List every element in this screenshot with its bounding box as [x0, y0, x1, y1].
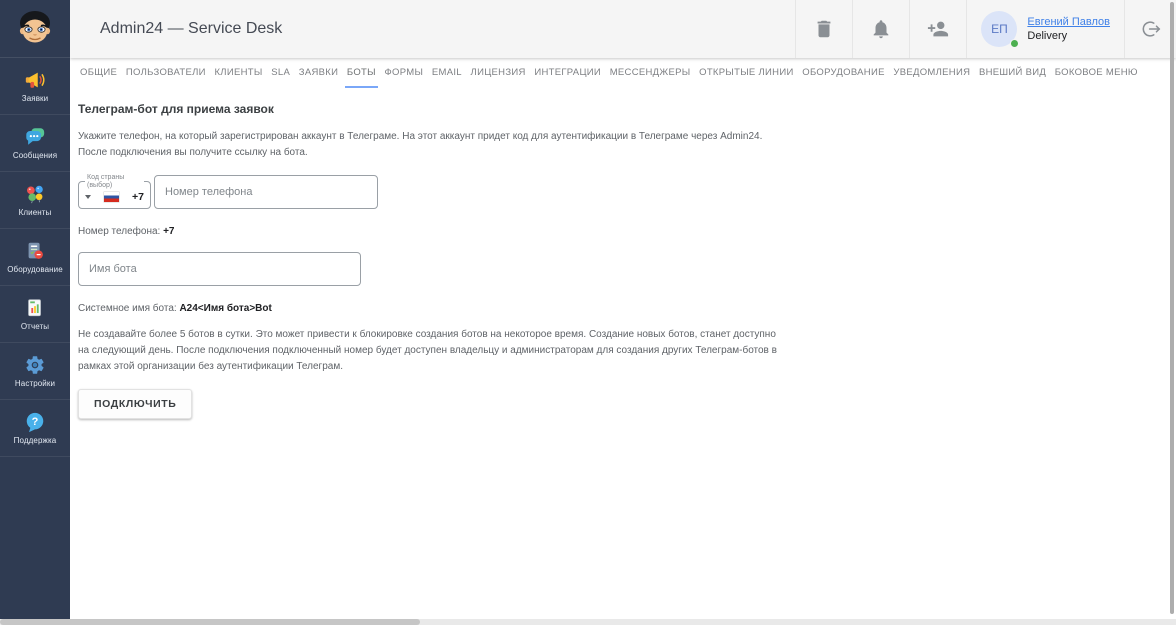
sidebar-item-label: Заявки	[21, 94, 49, 103]
sidebar-item-label: Сообщения	[12, 151, 58, 160]
tab-side-menu[interactable]: БОКОВОЕ МЕНЮ	[1053, 58, 1140, 88]
notifications-button[interactable]	[852, 0, 909, 58]
cartoon-avatar-icon	[19, 10, 51, 42]
user-name-link[interactable]: Евгений Павлов	[1027, 16, 1110, 28]
system-bot-name-label: Системное имя бота:	[78, 303, 177, 315]
warning-line: рамках этой организации без аутентификац…	[78, 361, 343, 373]
sidebar-item-label: Клиенты	[18, 208, 52, 217]
bots-settings-panel: Телеграм-бот для приема заявок Укажите т…	[70, 88, 1168, 420]
system-bot-name-value: A24<Имя бота>Bot	[179, 303, 272, 315]
tab-forms[interactable]: ФОРМЫ	[383, 58, 426, 88]
phone-summary-value: +7	[163, 226, 175, 238]
app-window: Заявки Сообщения Клиенты Оборудование От…	[0, 0, 1176, 625]
vertical-scrollbar[interactable]	[1170, 2, 1174, 614]
country-code-value: +7	[85, 191, 144, 203]
svg-text:?: ?	[32, 416, 39, 428]
phone-number-input[interactable]	[154, 175, 378, 210]
tab-equipment[interactable]: ОБОРУДОВАНИЕ	[800, 58, 886, 88]
tab-messengers[interactable]: МЕССЕНДЖЕРЫ	[608, 58, 693, 88]
tab-license[interactable]: ЛИЦЕНЗИЯ	[469, 58, 528, 88]
warning-line: на следующий день. После подключения под…	[78, 345, 777, 357]
add-user-button[interactable]	[909, 0, 966, 58]
tab-open-lines[interactable]: ОТКРЫТЫЕ ЛИНИИ	[697, 58, 795, 88]
tab-email[interactable]: EMAIL	[430, 58, 464, 88]
tab-general[interactable]: ОБЩИЕ	[78, 58, 119, 88]
sidebar-item-clients[interactable]: Клиенты	[0, 172, 70, 229]
user-text: Евгений Павлов Delivery	[1027, 16, 1110, 42]
tab-appearance[interactable]: ВНЕШИЙ ВИД	[977, 58, 1048, 88]
tab-notifications[interactable]: УВЕДОМЛЕНИЯ	[891, 58, 972, 88]
bot-limit-warning: Не создавайте более 5 ботов в сутки. Это…	[78, 327, 1168, 375]
user-avatar: ЕП	[981, 11, 1020, 48]
intro-line: После подключения вы получите ссылку на …	[78, 147, 308, 158]
chat-icon	[26, 128, 45, 145]
header-actions: ЕП Евгений Павлов Delivery	[795, 0, 1176, 58]
person-add-icon	[928, 21, 949, 37]
bot-name-input[interactable]	[78, 252, 361, 287]
sidebar-item-messages[interactable]: Сообщения	[0, 115, 70, 172]
tab-sla[interactable]: SLA	[269, 58, 292, 88]
chevron-down-icon	[85, 195, 91, 200]
tab-tickets[interactable]: ЗАЯВКИ	[297, 58, 340, 88]
sidebar: Заявки Сообщения Клиенты Оборудование От…	[0, 0, 70, 619]
megaphone-icon	[25, 72, 45, 88]
logout-button[interactable]	[1124, 0, 1176, 58]
horizontal-scrollbar-thumb[interactable]	[0, 619, 420, 625]
sidebar-item-reports[interactable]: Отчеты	[0, 286, 70, 343]
sidebar-item-label: Поддержка	[13, 436, 57, 445]
sidebar-item-equipment[interactable]: Оборудование	[0, 229, 70, 286]
tab-clients[interactable]: КЛИЕНТЫ	[212, 58, 264, 88]
bell-icon	[874, 20, 889, 39]
sidebar-item-label: Оборудование	[7, 265, 63, 274]
phone-row: Код страны (выбор) +7	[78, 174, 1168, 210]
warning-line: Не создавайте более 5 ботов в сутки. Это…	[78, 329, 776, 341]
user-area: ЕП Евгений Павлов Delivery	[966, 0, 1124, 58]
intro-line: Укажите телефон, на который зарегистриро…	[78, 131, 763, 142]
user-initials: ЕП	[991, 22, 1008, 36]
logout-icon	[1142, 21, 1160, 37]
phone-summary-label: Номер телефона:	[78, 226, 161, 238]
trash-button[interactable]	[795, 0, 852, 58]
horizontal-scrollbar[interactable]	[0, 619, 1176, 625]
settings-tab-bar: ОБЩИЕ ПОЛЬЗОВАТЕЛИ КЛИЕНТЫ SLA ЗАЯВКИ БО…	[70, 58, 1168, 88]
help-icon: ?	[26, 412, 44, 433]
russia-flag-icon	[104, 192, 119, 203]
tab-bots[interactable]: БОТЫ	[344, 58, 378, 88]
user-subtitle: Delivery	[1027, 30, 1068, 42]
report-icon	[28, 299, 41, 317]
sidebar-item-label: Отчеты	[20, 322, 50, 331]
sidebar-item-label: Настройки	[14, 379, 56, 388]
sidebar-item-tickets[interactable]: Заявки	[0, 58, 70, 115]
sidebar-item-support[interactable]: ? Поддержка	[0, 400, 70, 457]
connect-button[interactable]: ПОДКЛЮЧИТЬ	[78, 389, 193, 420]
equipment-icon	[28, 242, 43, 259]
sidebar-item-settings[interactable]: Настройки	[0, 343, 70, 400]
intro-text: Укажите телефон, на который зарегистриро…	[78, 129, 1168, 161]
phone-summary: Номер телефона: +7	[78, 226, 1168, 237]
sidebar-logo[interactable]	[0, 0, 70, 58]
dial-code: +7	[132, 191, 144, 204]
online-status-dot	[1010, 39, 1020, 48]
clients-icon	[27, 185, 43, 204]
country-code-legend: Код страны (выбор)	[87, 174, 125, 189]
tab-integrations[interactable]: ИНТЕГРАЦИИ	[532, 58, 603, 88]
system-bot-name: Системное имя бота: A24<Имя бота>Bot	[78, 303, 1168, 314]
gear-icon	[26, 356, 44, 374]
app-title: Admin24 — Service Desk	[100, 20, 283, 37]
tab-users[interactable]: ПОЛЬЗОВАТЕЛИ	[124, 58, 208, 88]
top-header: Admin24 — Service Desk ЕП Евгений Павлов…	[70, 0, 1176, 58]
page-title: Телеграм-бот для приема заявок	[78, 102, 274, 116]
trash-icon	[817, 20, 831, 38]
country-code-select[interactable]: Код страны (выбор) +7	[78, 174, 151, 210]
